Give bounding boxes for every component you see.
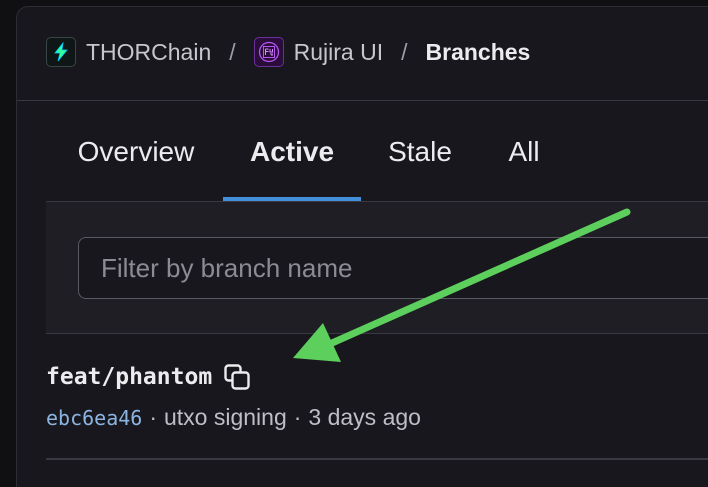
tab-active[interactable]: Active xyxy=(223,102,361,202)
thorchain-logo-icon xyxy=(46,37,76,67)
copy-branch-name-button[interactable] xyxy=(222,362,252,392)
breadcrumb-item-thorchain[interactable]: THORChain xyxy=(46,37,211,67)
breadcrumb: THORChain / Rujira UI / Branches xyxy=(46,34,530,70)
tab-stale[interactable]: Stale xyxy=(382,102,458,202)
breadcrumb-separator: / xyxy=(401,38,408,65)
branch-row: feat/phantom ebc6ea46 · utxo signing · 3… xyxy=(46,334,708,458)
branch-tabs: Overview Active Stale All xyxy=(46,102,708,202)
row-divider xyxy=(46,458,708,460)
breadcrumb-separator: / xyxy=(229,38,236,65)
commit-message: utxo signing xyxy=(164,404,287,430)
tab-overview[interactable]: Overview xyxy=(68,102,204,202)
branch-name-line: feat/phantom xyxy=(46,362,252,392)
copy-icon xyxy=(224,364,250,390)
rujira-logo-icon xyxy=(253,37,284,67)
breadcrumb-label: THORChain xyxy=(86,38,212,65)
breadcrumb-label: Rujira UI xyxy=(293,38,384,65)
commit-sha-link[interactable]: ebc6ea46 xyxy=(46,406,142,430)
meta-separator: · xyxy=(149,404,157,430)
breadcrumb-item-rujira-ui[interactable]: Rujira UI xyxy=(253,37,384,67)
tab-all[interactable]: All xyxy=(502,102,546,202)
header-divider xyxy=(17,100,708,101)
updated-time: 3 days ago xyxy=(308,404,421,430)
branch-meta: ebc6ea46 · utxo signing · 3 days ago xyxy=(46,404,421,431)
meta-separator: · xyxy=(293,404,302,430)
branch-filter-input[interactable] xyxy=(78,237,708,299)
filter-bar xyxy=(46,202,708,334)
breadcrumb-current-branches: Branches xyxy=(425,38,531,65)
branch-name-link[interactable]: feat/phantom xyxy=(46,364,212,390)
